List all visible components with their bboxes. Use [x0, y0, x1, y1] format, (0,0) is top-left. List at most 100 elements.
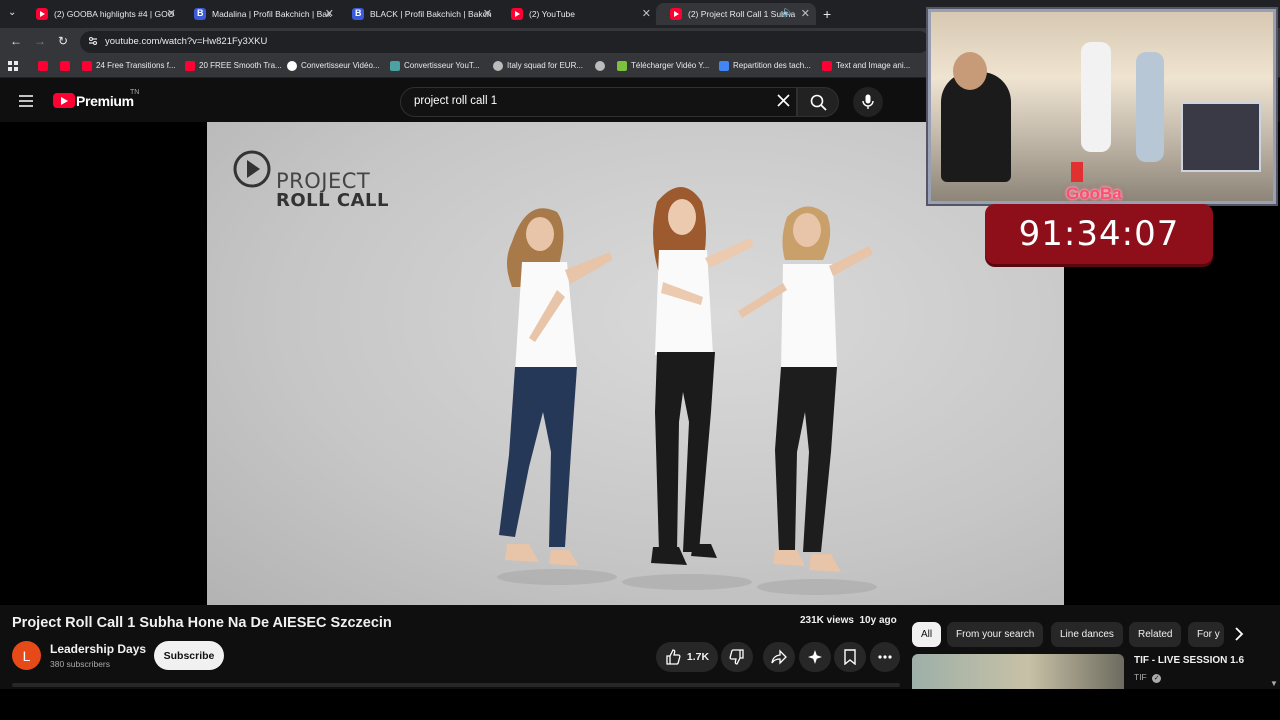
- stream-timer: 91:34:07: [985, 204, 1213, 264]
- chip-related[interactable]: Related: [1129, 622, 1182, 647]
- webcam-pc-setup: [1181, 102, 1261, 172]
- share-button[interactable]: [763, 642, 795, 672]
- chip-line-dances[interactable]: Line dances: [1051, 622, 1123, 647]
- bookmark-label: Télécharger Vidéo Y...: [631, 61, 710, 70]
- view-stats: 231K views 10y ago: [800, 615, 897, 626]
- more-dots-icon: [878, 655, 892, 659]
- bookmark-label: Convertisseur YouT...: [404, 61, 480, 70]
- recommended-video-title[interactable]: TIF - LIVE SESSION 1.6: [1134, 655, 1244, 666]
- tab-close-icon[interactable]: ✕: [325, 7, 334, 20]
- bookmark-item[interactable]: Repartition des tach...: [719, 61, 811, 71]
- forward-arrow-icon[interactable]: →: [34, 34, 46, 48]
- chip-from-your-search[interactable]: From your search: [947, 622, 1044, 647]
- more-actions-button[interactable]: [870, 642, 900, 672]
- bookmark-label: Italy squad for EUR...: [507, 61, 584, 70]
- webcam-person-head: [953, 52, 987, 90]
- channel-avatar[interactable]: L: [12, 641, 41, 670]
- bookmark-item[interactable]: 20 FREE Smooth Tra...: [185, 61, 282, 71]
- tab-close-icon[interactable]: ✕: [642, 7, 651, 20]
- youtube-icon: [38, 61, 48, 71]
- chip-all[interactable]: All: [912, 622, 942, 647]
- download-icon: [617, 61, 627, 71]
- save-button[interactable]: [834, 642, 866, 672]
- chip-for-you[interactable]: For y: [1188, 622, 1224, 647]
- menu-hamburger-icon[interactable]: [19, 95, 33, 107]
- globe-icon: [493, 61, 503, 71]
- browser-tab-4[interactable]: (2) YouTube ✕: [497, 3, 657, 25]
- webcam-person-2: [1081, 42, 1111, 152]
- ask-ai-button[interactable]: [799, 642, 831, 672]
- search-button[interactable]: [797, 87, 839, 117]
- thumbs-up-icon: [666, 649, 681, 665]
- bookmark-label: Convertisseur Vidéo...: [301, 61, 380, 70]
- bookmark-item[interactable]: Télécharger Vidéo Y...: [617, 61, 710, 71]
- bookmark-icon: [844, 649, 856, 665]
- youtube-icon: [670, 8, 682, 20]
- back-arrow-icon[interactable]: ←: [10, 34, 22, 48]
- like-button[interactable]: 1.7K: [656, 642, 718, 672]
- region-code: TN: [130, 89, 140, 96]
- recommended-video-channel[interactable]: TIF ✓: [1134, 672, 1162, 683]
- tab-title: Madalina | Profil Bakchich | Bak: [212, 9, 332, 19]
- subscriber-count: 380 subscribers: [50, 659, 111, 669]
- browser-tab-3[interactable]: BLACK | Profil Bakchich | Bakch ✕: [338, 3, 498, 25]
- tab-close-icon[interactable]: ✕: [167, 7, 176, 20]
- bookmark-item[interactable]: Text and Image ani...: [822, 61, 911, 71]
- voice-search-button[interactable]: [853, 87, 883, 117]
- play-circle-icon: [233, 150, 271, 188]
- subscribe-button[interactable]: Subscribe: [154, 641, 224, 670]
- description-panel-edge: [12, 683, 900, 687]
- bottom-black-bar: [0, 689, 1280, 720]
- recommended-channel-name: TIF: [1134, 672, 1147, 682]
- share-arrow-icon: [771, 649, 787, 665]
- view-count: 231K views: [800, 615, 854, 626]
- browser-tab-active[interactable]: (2) Project Roll Call 1 Subha 🔈 ✕: [656, 3, 816, 25]
- tab-search-chevron-icon[interactable]: ⌄: [8, 7, 16, 18]
- microphone-icon: [862, 94, 874, 109]
- youtube-premium-label[interactable]: Premium: [76, 93, 134, 109]
- youtube-logo-icon[interactable]: [53, 93, 75, 108]
- like-count: 1.7K: [686, 651, 710, 663]
- bookmark-item[interactable]: Convertisseur YouT...: [390, 61, 480, 71]
- verified-check-icon: ✓: [1152, 674, 1162, 683]
- clear-search-icon[interactable]: [777, 94, 790, 107]
- youtube-icon: [82, 61, 92, 71]
- video-brand-line2: ROLL CALL: [276, 190, 389, 211]
- bookmark-label: Text and Image ani...: [836, 61, 911, 70]
- bookmark-item[interactable]: Convertisseur Vidéo...: [287, 61, 380, 71]
- speaker-icon[interactable]: 🔈: [782, 7, 794, 18]
- upload-age: 10y ago: [859, 615, 897, 626]
- reload-icon[interactable]: ↻: [58, 34, 68, 48]
- streamer-tag: GooBa: [1066, 184, 1122, 203]
- recommended-video-thumbnail[interactable]: [912, 654, 1124, 690]
- tab-title: (2) YouTube: [529, 9, 575, 19]
- browser-tab-2[interactable]: Madalina | Profil Bakchich | Bak ✕: [180, 3, 340, 25]
- webcam-overlay: [928, 9, 1276, 204]
- dislike-button[interactable]: [721, 642, 753, 672]
- tab-close-icon[interactable]: ✕: [801, 7, 810, 20]
- bookmark-label: Repartition des tach...: [733, 61, 811, 70]
- youtube-icon: [60, 61, 70, 71]
- youtube-icon: [185, 61, 195, 71]
- tab-title: BLACK | Profil Bakchich | Bakch: [370, 9, 492, 19]
- globe-icon: [595, 61, 605, 71]
- youtube-icon: [822, 61, 832, 71]
- url-text[interactable]: youtube.com/watch?v=Hw821Fy3XKU: [105, 36, 267, 47]
- tab-close-icon[interactable]: ✕: [483, 7, 492, 20]
- youtube-icon: [36, 8, 48, 20]
- bookmark-label: 24 Free Transitions f...: [96, 61, 176, 70]
- search-query-text[interactable]: project roll call 1: [414, 95, 497, 107]
- apps-grid-icon[interactable]: [8, 61, 18, 71]
- site-settings-icon[interactable]: [88, 36, 98, 46]
- video-frame-dancers: [497, 187, 877, 595]
- browser-tab-1[interactable]: (2) GOOBA highlights #4 | GOO ✕: [22, 3, 182, 25]
- player-letterbox-left: [0, 122, 207, 605]
- webcam-can: [1071, 162, 1083, 182]
- bookmark-item[interactable]: 24 Free Transitions f...: [82, 61, 176, 71]
- converter-icon: [390, 61, 400, 71]
- scroll-down-icon[interactable]: ▼: [1270, 679, 1278, 688]
- bookmark-item[interactable]: Italy squad for EUR...: [493, 61, 584, 71]
- channel-name[interactable]: Leadership Days: [50, 642, 146, 656]
- chips-next-chevron-icon[interactable]: [1234, 627, 1244, 641]
- new-tab-plus-icon[interactable]: +: [823, 6, 831, 22]
